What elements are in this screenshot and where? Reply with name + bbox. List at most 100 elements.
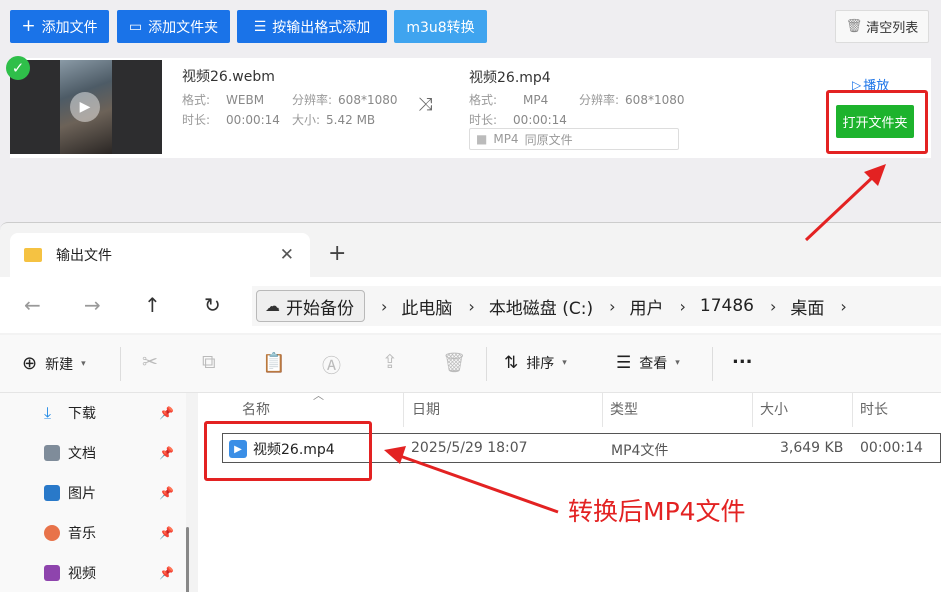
column-header-size[interactable]: 大小 [760, 399, 788, 419]
column-divider[interactable] [852, 393, 853, 427]
sort-ascending-icon: ︿ [313, 389, 324, 402]
column-divider[interactable] [602, 393, 603, 427]
pin-icon[interactable]: 📌 [159, 486, 174, 500]
breadcrumb-local-disk[interactable]: 本地磁盘 (C:) [489, 294, 593, 319]
file-explorer-window: 输出文件 ✕ + ← → ↑ ↻ ☁ 开始备份 › 此电脑 › 本地磁盘 (C:… [0, 222, 941, 592]
converter-app: + 添加文件 ▭ 添加文件夹 ☰ 按输出格式添加 m3u8转换 🗑 清空列表 ▶… [0, 0, 941, 222]
output-filename: 视频26.mp4 [469, 70, 551, 86]
back-arrow-icon[interactable]: ← [24, 293, 41, 317]
pin-icon[interactable]: 📌 [159, 406, 174, 420]
check-icon[interactable]: ✓ [6, 56, 30, 80]
plus-icon: + [21, 16, 36, 36]
column-divider[interactable] [752, 393, 753, 427]
chevron-down-icon: ▾ [675, 358, 680, 368]
command-bar: ⊕ 新建 ▾ ✂ ⧉ 📋 Ⓐ ⇪ 🗑 ⇅ 排序 ▾ ☰ 查看 ▾ ... [0, 335, 941, 393]
forward-arrow-icon[interactable]: → [84, 293, 101, 317]
chevron-right-icon: › [468, 296, 475, 316]
column-header-date[interactable]: 日期 [412, 399, 440, 419]
cloud-icon: ☁ [265, 297, 280, 315]
plus-circle-icon: ⊕ [22, 353, 38, 374]
cut-icon[interactable]: ✂ [142, 351, 158, 373]
list-icon: ☰ [253, 18, 267, 35]
chevron-right-icon: › [840, 296, 847, 316]
add-by-format-button[interactable]: ☰ 按输出格式添加 [237, 10, 387, 43]
tab-output-folder[interactable]: 输出文件 ✕ [10, 233, 310, 277]
divider [120, 347, 121, 381]
sidebar-item-documents[interactable]: 文档 📌 [44, 441, 180, 465]
play-overlay-icon[interactable]: ▶ [70, 92, 100, 122]
more-options-button[interactable]: ... [732, 347, 753, 368]
column-header-name[interactable]: 名称 [242, 399, 270, 419]
column-header-duration[interactable]: 时长 [860, 399, 888, 419]
chevron-right-icon: › [770, 296, 777, 316]
download-icon: ⤓ [44, 403, 52, 422]
delete-icon[interactable]: 🗑 [442, 351, 466, 374]
output-duration: 时长: 00:00:14 [469, 113, 567, 127]
new-button[interactable]: ⊕ 新建 ▾ [22, 353, 86, 374]
sidebar-scrollbar[interactable] [186, 527, 189, 592]
output-format-select[interactable]: ■ MP4 同原文件 [469, 128, 679, 150]
source-size: 大小: 5.42 MB [292, 113, 376, 127]
output-resolution: 分辨率: 608*1080 [579, 93, 685, 107]
navigation-pane: ⤓ 下载 📌 文档 📌 图片 📌 音乐 📌 视频 📌 [0, 393, 186, 592]
sort-button[interactable]: ⇅ 排序 ▾ [504, 353, 567, 373]
highlight-output-file [204, 421, 372, 481]
chevron-down-icon: ▾ [81, 358, 86, 369]
breadcrumb-user[interactable]: 17486 [700, 296, 754, 316]
pin-icon[interactable]: 📌 [159, 566, 174, 580]
source-format: 格式: WEBM [182, 93, 265, 107]
file-card: ▶ ✓ 视频26.webm 格式: WEBM 分辨率: 608*1080 时长: 00… [6, 56, 931, 158]
refresh-icon[interactable]: ↻ [204, 293, 221, 317]
file-type-cell: MP4文件 [611, 443, 669, 459]
sort-icon: ⇅ [504, 353, 519, 373]
add-folder-button[interactable]: ▭ 添加文件夹 [117, 10, 230, 43]
breadcrumb: ☁ 开始备份 › 此电脑 › 本地磁盘 (C:) › 用户 › 17486 › … [252, 286, 941, 326]
video-thumbnail[interactable]: ▶ [10, 60, 162, 154]
file-size-cell: 3,649 KB [780, 440, 844, 456]
up-arrow-icon[interactable]: ↑ [144, 293, 161, 317]
video-camera-icon: ■ [476, 132, 488, 146]
rename-icon[interactable]: Ⓐ [322, 351, 341, 378]
convert-arrow-icon: ⤨ [418, 94, 433, 115]
close-icon[interactable]: ✕ [280, 245, 294, 265]
output-format: 格式: MP4 [469, 93, 549, 107]
add-file-button[interactable]: + 添加文件 [10, 10, 109, 43]
trash-icon: 🗑 [845, 19, 863, 34]
sidebar-item-videos[interactable]: 视频 📌 [44, 561, 180, 585]
sidebar-item-downloads[interactable]: ⤓ 下载 📌 [44, 401, 180, 425]
source-resolution: 分辨率: 608*1080 [292, 93, 398, 107]
highlight-open-folder [826, 90, 928, 154]
clear-list-button[interactable]: 🗑 清空列表 [835, 10, 929, 43]
chevron-right-icon: › [679, 296, 686, 316]
paste-icon[interactable]: 📋 [262, 351, 286, 374]
chevron-right-icon: › [609, 296, 616, 316]
pin-icon[interactable]: 📌 [159, 526, 174, 540]
chevron-down-icon: ▾ [562, 358, 567, 368]
source-filename: 视频26.webm [182, 69, 275, 85]
chevron-right-icon: › [381, 296, 388, 316]
column-header-type[interactable]: 类型 [610, 399, 638, 419]
breadcrumb-users[interactable]: 用户 [630, 294, 664, 319]
pictures-icon [44, 485, 60, 501]
folder-icon: ▭ [128, 18, 143, 35]
view-button[interactable]: ☰ 查看 ▾ [616, 353, 680, 373]
video-icon [44, 565, 60, 581]
column-divider[interactable] [403, 393, 404, 427]
m3u8-convert-button[interactable]: m3u8转换 [394, 10, 487, 43]
music-icon [44, 525, 60, 541]
file-date-cell: 2025/5/29 18:07 [411, 440, 528, 456]
sidebar-item-music[interactable]: 音乐 📌 [44, 521, 180, 545]
divider [712, 347, 713, 381]
share-icon[interactable]: ⇪ [382, 351, 398, 373]
breadcrumb-this-pc[interactable]: 此电脑 [401, 294, 452, 319]
copy-icon[interactable]: ⧉ [202, 351, 216, 373]
view-lines-icon: ☰ [616, 353, 632, 373]
source-duration: 时长: 00:00:14 [182, 113, 280, 127]
document-icon [44, 445, 60, 461]
start-backup-button[interactable]: ☁ 开始备份 [256, 290, 365, 322]
new-tab-button[interactable]: + [328, 241, 346, 266]
sidebar-item-pictures[interactable]: 图片 📌 [44, 481, 180, 505]
pin-icon[interactable]: 📌 [159, 446, 174, 460]
file-duration-cell: 00:00:14 [860, 440, 923, 456]
breadcrumb-desktop[interactable]: 桌面 [790, 294, 824, 319]
